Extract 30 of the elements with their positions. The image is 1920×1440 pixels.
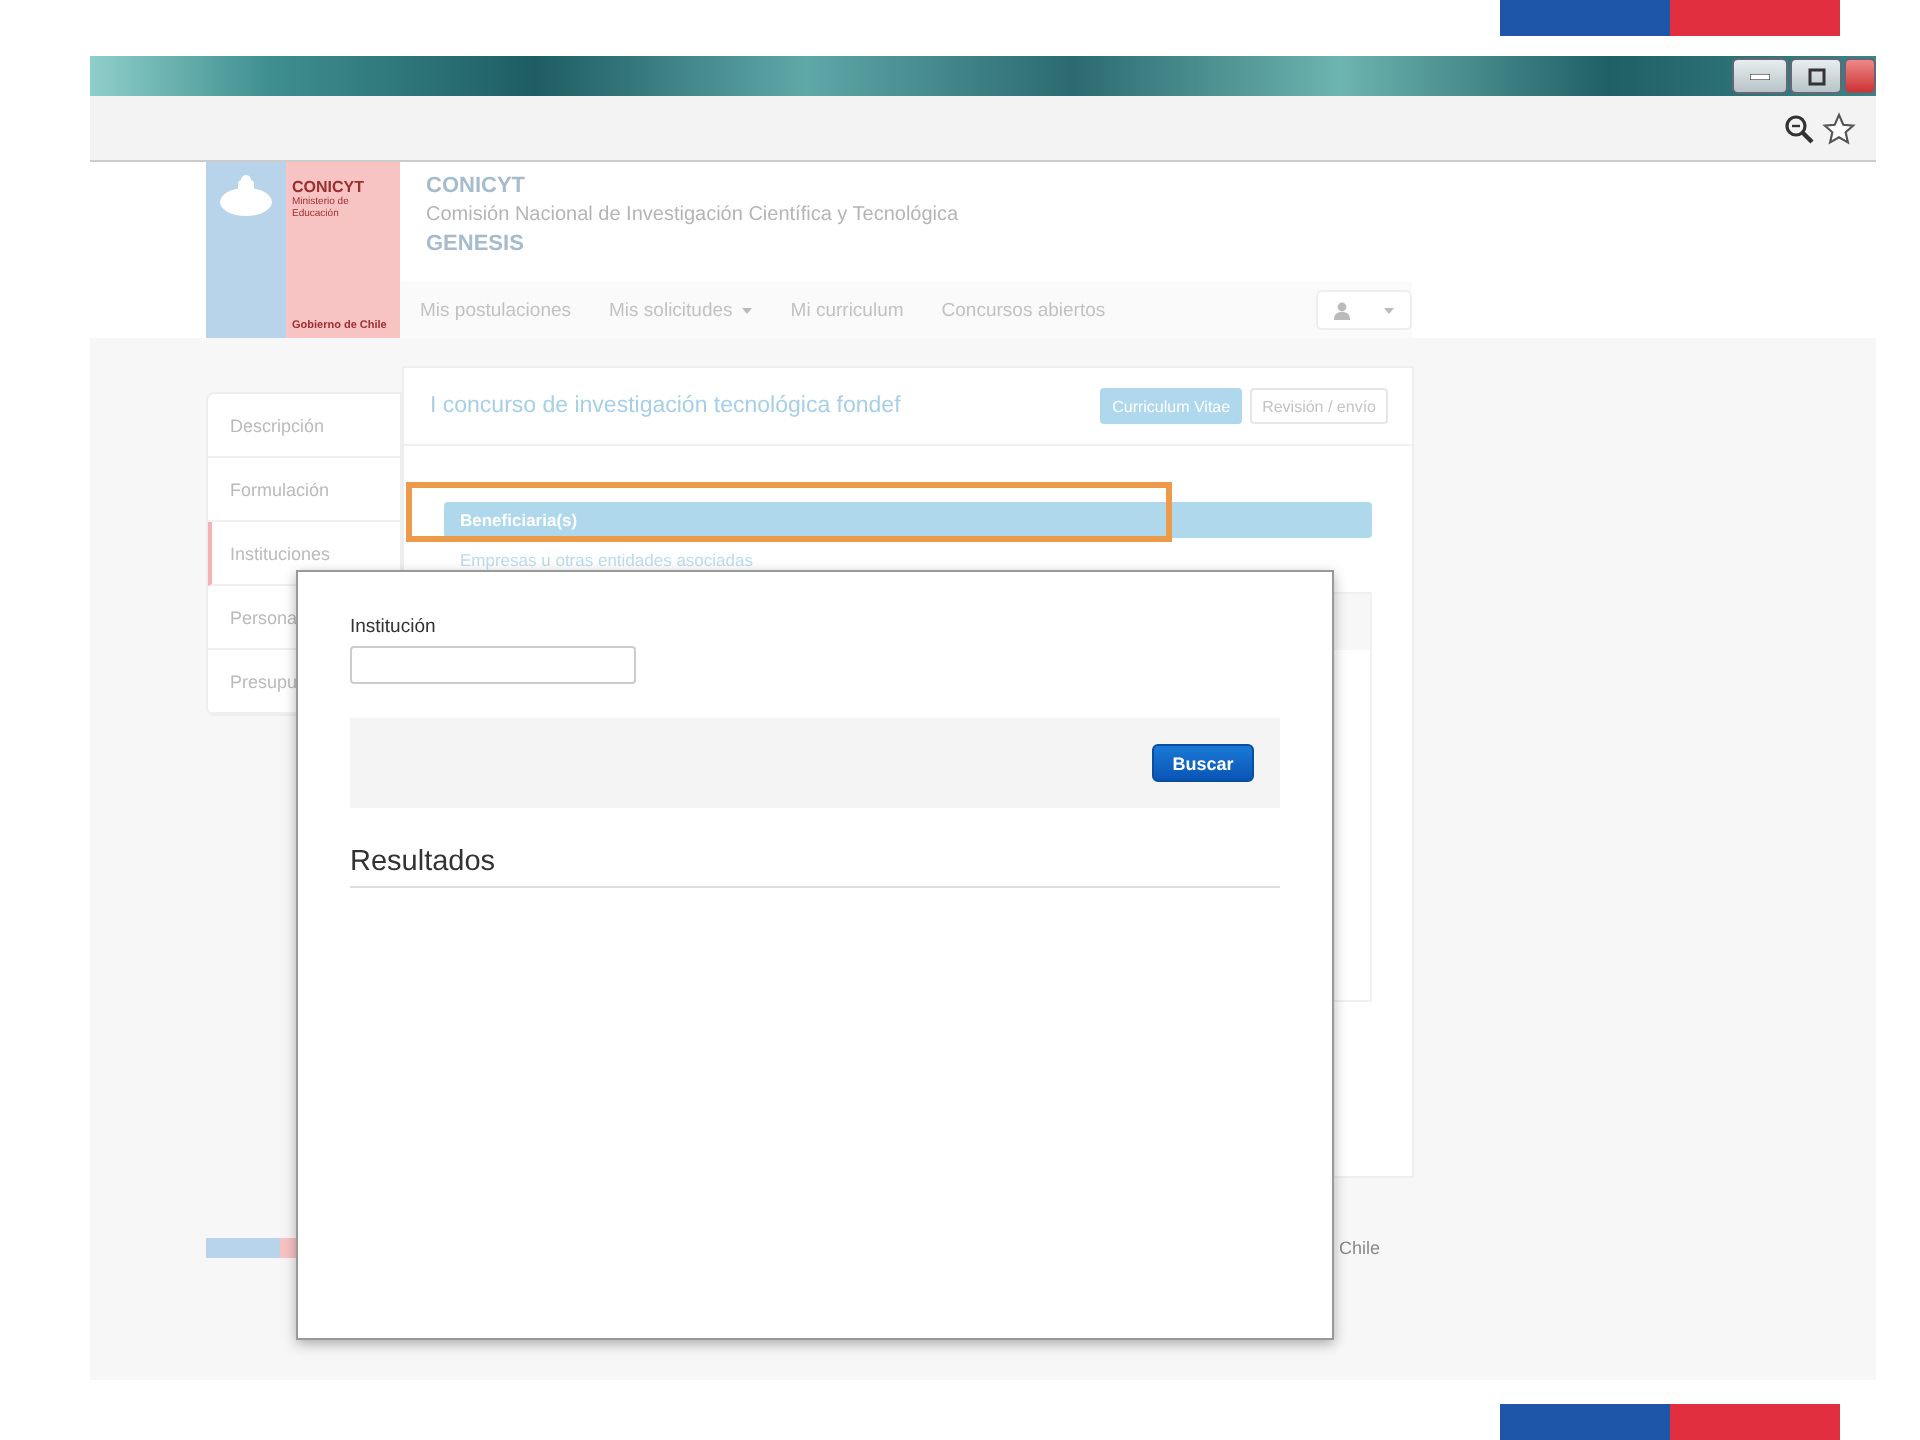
subsection-link[interactable]: Empresas u otras entidades asociadas: [460, 550, 1372, 570]
section-header[interactable]: Beneficiaria(s): [444, 502, 1372, 538]
coat-of-arms-icon: [216, 174, 276, 222]
results-heading: Resultados: [350, 846, 1280, 888]
sidebar-item[interactable]: Formulación: [208, 458, 400, 522]
org-subtitle: Comisión Nacional de Investigación Científica y Tecnológica: [426, 204, 961, 226]
user-icon: [1334, 301, 1351, 319]
logo-org-name: CONICYT: [292, 178, 366, 196]
field-label: Institución: [350, 616, 438, 638]
footer-stripe: [206, 1238, 296, 1258]
zoom-icon[interactable]: [1784, 113, 1814, 143]
search-button[interactable]: Buscar: [1152, 744, 1254, 782]
caret-icon: [1383, 307, 1394, 313]
sidebar-item[interactable]: Descripción: [208, 394, 400, 458]
institution-input[interactable]: [350, 646, 636, 684]
nav-link[interactable]: Mis solicitudes: [609, 299, 753, 321]
nav-link[interactable]: Mi curriculum: [790, 299, 904, 321]
restore-button[interactable]: [1790, 58, 1842, 94]
step-button[interactable]: Curriculum Vitae: [1100, 388, 1243, 424]
minimize-button[interactable]: [1732, 58, 1788, 94]
footer-text: Chile: [1338, 1238, 1380, 1258]
nav-link[interactable]: Mis postulaciones: [420, 299, 572, 321]
nav-link[interactable]: Concursos abiertos: [941, 299, 1106, 321]
restore-icon: [1807, 67, 1825, 85]
step-button[interactable]: Revisión / envío: [1250, 388, 1388, 424]
app-name: GENESIS: [426, 232, 526, 256]
minimize-icon: [1750, 73, 1770, 79]
org-name: CONICYT: [426, 174, 527, 198]
star-icon[interactable]: [1822, 111, 1856, 145]
contest-title: I concurso de investigación tecnológica fondef: [430, 394, 901, 418]
